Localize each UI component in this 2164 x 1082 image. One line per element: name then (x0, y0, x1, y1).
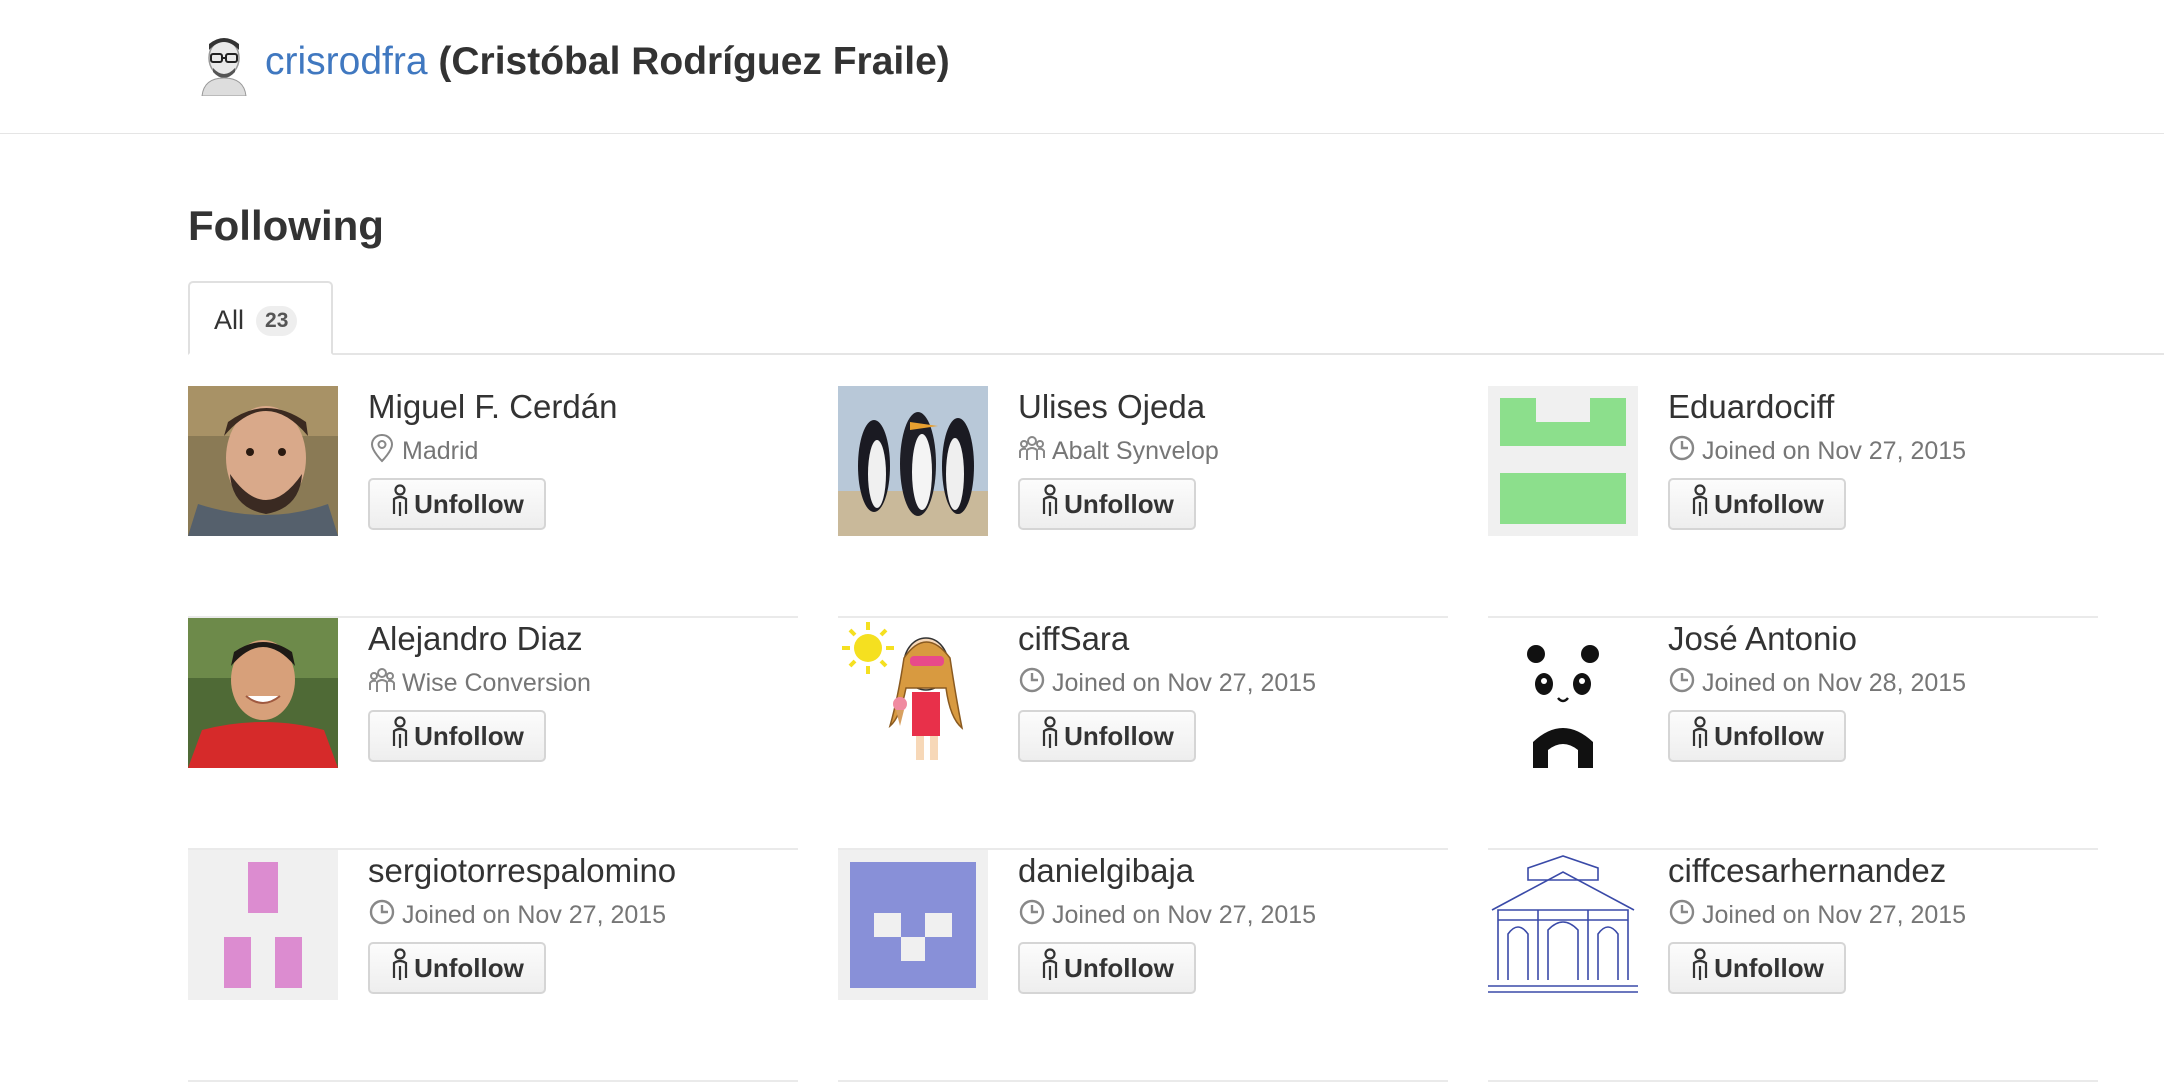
person-icon (1040, 715, 1064, 757)
clock-icon (1668, 432, 1702, 471)
user-meta: Joined on Nov 27, 2015 (1018, 896, 1316, 935)
user-meta-text: Wise Conversion (402, 669, 591, 697)
person-icon (390, 947, 414, 989)
tab-all[interactable]: All 23 (188, 281, 333, 355)
organization-icon (1018, 432, 1052, 471)
user-avatar[interactable] (188, 850, 338, 1000)
clock-icon (1668, 664, 1702, 703)
user-card: ciffcesarhernandez Joined on Nov 27, 2015… (1488, 850, 2098, 1082)
user-meta-text: Joined on Nov 28, 2015 (1702, 669, 1967, 697)
person-icon (1690, 715, 1714, 757)
profile-header: crisrodfra (Cristóbal Rodríguez Fraile) (0, 0, 2164, 134)
unfollow-label: Unfollow (414, 952, 524, 983)
unfollow-button[interactable]: Unfollow (1018, 942, 1196, 994)
unfollow-button[interactable]: Unfollow (1668, 942, 1846, 994)
unfollow-label: Unfollow (1064, 720, 1174, 751)
user-name-link[interactable]: José Antonio (1668, 620, 1857, 658)
clock-icon (368, 896, 402, 935)
user-meta: Madrid (368, 432, 478, 471)
person-icon (1690, 483, 1714, 525)
person-icon (1040, 483, 1064, 525)
unfollow-label: Unfollow (414, 720, 524, 751)
user-name-link[interactable]: Ulises Ojeda (1018, 388, 1205, 426)
user-meta-text: Joined on Nov 27, 2015 (402, 901, 667, 929)
user-meta-text: Joined on Nov 27, 2015 (1702, 437, 1967, 465)
user-avatar[interactable] (1488, 850, 1638, 1000)
user-meta: Joined on Nov 27, 2015 (368, 896, 666, 935)
user-meta-text: Joined on Nov 27, 2015 (1052, 669, 1317, 697)
user-avatar[interactable] (188, 618, 338, 768)
clock-icon (1668, 896, 1702, 935)
user-avatar[interactable] (838, 618, 988, 768)
user-name-link[interactable]: ciffSara (1018, 620, 1129, 658)
user-meta: Wise Conversion (368, 664, 591, 703)
user-name-link[interactable]: Eduardociff (1668, 388, 1834, 426)
user-card: Ulises Ojeda Abalt Synvelop Unfollow (838, 386, 1448, 618)
user-meta: Joined on Nov 27, 2015 (1018, 664, 1316, 703)
profile-title: crisrodfra (Cristóbal Rodríguez Fraile) (265, 40, 950, 84)
user-meta: Abalt Synvelop (1018, 432, 1219, 471)
person-icon (390, 483, 414, 525)
tab-all-label: All (214, 305, 245, 335)
unfollow-button[interactable]: Unfollow (368, 710, 546, 762)
page-title: Following (188, 202, 384, 249)
user-card: Eduardociff Joined on Nov 27, 2015 Unfollo… (1488, 386, 2098, 618)
user-avatar[interactable] (1488, 386, 1638, 536)
profile-username-link[interactable]: crisrodfra (265, 40, 428, 83)
user-meta-text: Madrid (402, 437, 479, 465)
user-card: Alejandro Diaz Wise Conversion Unfollow (188, 618, 798, 850)
user-avatar[interactable] (838, 850, 988, 1000)
person-icon (390, 715, 414, 757)
unfollow-label: Unfollow (1714, 488, 1824, 519)
user-name-link[interactable]: sergiotorrespalomino (368, 852, 676, 890)
user-avatar[interactable] (838, 386, 988, 536)
profile-fullname: (Cristóbal Rodríguez Fraile) (438, 40, 950, 83)
clock-icon (1018, 896, 1052, 935)
unfollow-button[interactable]: Unfollow (1018, 710, 1196, 762)
user-meta-text: Joined on Nov 27, 2015 (1702, 901, 1967, 929)
user-name-link[interactable]: Miguel F. Cerdán (368, 388, 617, 426)
unfollow-button[interactable]: Unfollow (1018, 478, 1196, 530)
user-meta: Joined on Nov 28, 2015 (1668, 664, 1966, 703)
user-card: José Antonio Joined on Nov 28, 2015 Unfoll… (1488, 618, 2098, 850)
user-meta: Joined on Nov 27, 2015 (1668, 432, 1966, 471)
user-meta-text: Abalt Synvelop (1052, 437, 1219, 465)
tab-all-counter: 23 (256, 306, 298, 336)
user-meta: Joined on Nov 27, 2015 (1668, 896, 1966, 935)
user-card: Miguel F. Cerdán Madrid Unfollow (188, 386, 798, 618)
user-card: ciffSara Joined on Nov 27, 2015 Unfollow (838, 618, 1448, 850)
header-avatar[interactable] (196, 32, 252, 97)
person-icon (1040, 947, 1064, 989)
unfollow-button[interactable]: Unfollow (368, 478, 546, 530)
organization-icon (368, 664, 402, 703)
clock-icon (1018, 664, 1052, 703)
user-meta-text: Joined on Nov 27, 2015 (1052, 901, 1317, 929)
unfollow-label: Unfollow (1064, 952, 1174, 983)
unfollow-button[interactable]: Unfollow (368, 942, 546, 994)
unfollow-button[interactable]: Unfollow (1668, 710, 1846, 762)
location-icon (368, 432, 402, 471)
unfollow-label: Unfollow (1064, 488, 1174, 519)
user-card: danielgibaja Joined on Nov 27, 2015 Unfoll… (838, 850, 1448, 1082)
user-card: sergiotorrespalomino Joined on Nov 27, 20… (188, 850, 798, 1082)
unfollow-button[interactable]: Unfollow (1668, 478, 1846, 530)
tab-nav: All 23 (188, 281, 2164, 355)
user-avatar[interactable] (188, 386, 338, 536)
unfollow-label: Unfollow (1714, 720, 1824, 751)
unfollow-label: Unfollow (414, 488, 524, 519)
user-name-link[interactable]: danielgibaja (1018, 852, 1194, 890)
user-avatar[interactable] (1488, 618, 1638, 768)
user-name-link[interactable]: ciffcesarhernandez (1668, 852, 1946, 890)
person-icon (1690, 947, 1714, 989)
user-name-link[interactable]: Alejandro Diaz (368, 620, 583, 658)
unfollow-label: Unfollow (1714, 952, 1824, 983)
